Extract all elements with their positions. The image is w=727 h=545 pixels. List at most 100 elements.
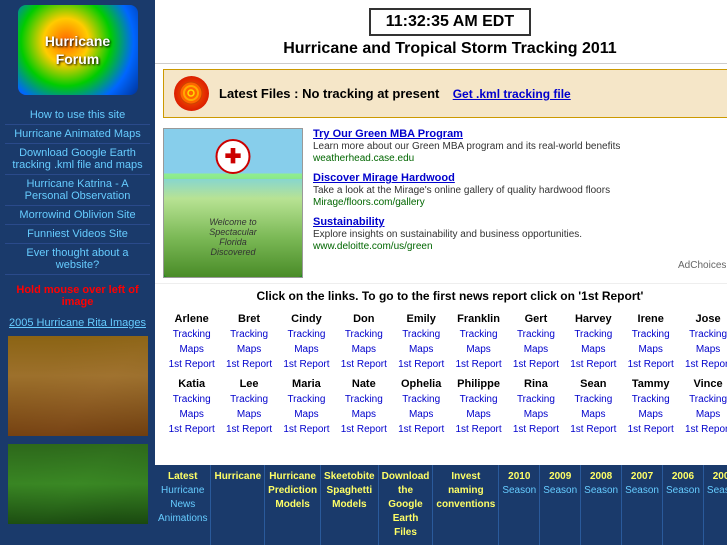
don-1st-report[interactable]: 1st Report: [341, 357, 387, 372]
ad-url-0[interactable]: weatherhead.case.edu: [313, 153, 727, 164]
philippe-maps[interactable]: Maps: [466, 407, 490, 422]
ad-url-2[interactable]: www.deloitte.com/us/green: [313, 241, 727, 252]
tammy-1st-report[interactable]: 1st Report: [628, 422, 674, 437]
tammy-maps[interactable]: Maps: [638, 407, 662, 422]
franklin-maps[interactable]: Maps: [466, 342, 490, 357]
bottom-nav-2005[interactable]: 2005 Season: [704, 465, 727, 545]
katia-maps[interactable]: Maps: [179, 407, 203, 422]
irene-1st-report[interactable]: 1st Report: [628, 357, 674, 372]
philippe-tracking[interactable]: Tracking: [460, 392, 498, 407]
gert-tracking[interactable]: Tracking: [517, 327, 555, 342]
ad-title-0[interactable]: Try Our Green MBA Program: [313, 128, 727, 140]
franklin-1st-report[interactable]: 1st Report: [455, 357, 501, 372]
storm-emily: Emily Tracking Maps 1st Report: [398, 311, 444, 372]
bret-maps[interactable]: Maps: [237, 342, 261, 357]
arlene-maps[interactable]: Maps: [179, 342, 203, 357]
lee-tracking[interactable]: Tracking: [230, 392, 268, 407]
harvey-tracking[interactable]: Tracking: [574, 327, 612, 342]
lee-maps[interactable]: Maps: [237, 407, 261, 422]
latest-banner-text: Latest Files : No tracking at present Ge…: [219, 86, 571, 101]
storm-vince: Vince Tracking Maps 1st Report: [685, 376, 727, 437]
tammy-tracking[interactable]: Tracking: [632, 392, 670, 407]
bret-1st-report[interactable]: 1st Report: [226, 357, 272, 372]
sidebar-link-morrowind[interactable]: Morrowind Oblivion Site: [5, 206, 150, 225]
don-tracking[interactable]: Tracking: [345, 327, 383, 342]
ophelia-1st-report[interactable]: 1st Report: [398, 422, 444, 437]
sidebar-link-animated-maps[interactable]: Hurricane Animated Maps: [5, 125, 150, 144]
bret-tracking[interactable]: Tracking: [230, 327, 268, 342]
bottom-nav-2008[interactable]: 2008 Season: [581, 465, 622, 545]
arlene-1st-report[interactable]: 1st Report: [169, 357, 215, 372]
ophelia-tracking[interactable]: Tracking: [402, 392, 440, 407]
vince-maps[interactable]: Maps: [696, 407, 720, 422]
sean-maps[interactable]: Maps: [581, 407, 605, 422]
gert-maps[interactable]: Maps: [524, 342, 548, 357]
rina-maps[interactable]: Maps: [524, 407, 548, 422]
emily-1st-report[interactable]: 1st Report: [398, 357, 444, 372]
harvey-maps[interactable]: Maps: [581, 342, 605, 357]
sean-1st-report[interactable]: 1st Report: [570, 422, 616, 437]
sidebar-link-videos[interactable]: Funniest Videos Site: [5, 225, 150, 244]
nate-1st-report[interactable]: 1st Report: [341, 422, 387, 437]
kml-tracking-link[interactable]: Get .kml tracking file: [453, 87, 571, 101]
gert-1st-report[interactable]: 1st Report: [513, 357, 559, 372]
latest-files-banner: Latest Files : No tracking at present Ge…: [163, 69, 727, 118]
irene-maps[interactable]: Maps: [638, 342, 662, 357]
sidebar-navigation: How to use this site Hurricane Animated …: [0, 103, 155, 278]
ad-item-0: Try Our Green MBA Program Learn more abo…: [313, 128, 727, 164]
irene-tracking[interactable]: Tracking: [632, 327, 670, 342]
ad-item-1: Discover Mirage Hardwood Take a look at …: [313, 172, 727, 208]
arlene-tracking[interactable]: Tracking: [173, 327, 211, 342]
lee-1st-report[interactable]: 1st Report: [226, 422, 272, 437]
bottom-nav-spaghetti[interactable]: Skeetobite Spaghetti Models: [321, 465, 379, 545]
franklin-tracking[interactable]: Tracking: [460, 327, 498, 342]
sidebar-link-katrina[interactable]: Hurricane Katrina - A Personal Observati…: [5, 175, 150, 206]
jose-tracking[interactable]: Tracking: [689, 327, 727, 342]
sidebar-link-google-earth[interactable]: Download Google Earth tracking .kml file…: [5, 144, 150, 175]
jose-maps[interactable]: Maps: [696, 342, 720, 357]
florida-map-container: ✚ Welcome toSpectacularFloridaDiscovered: [163, 128, 303, 278]
bottom-nav-latest[interactable]: Latest Hurricane News Animations: [155, 465, 211, 545]
ophelia-maps[interactable]: Maps: [409, 407, 433, 422]
sidebar-year-link[interactable]: 2005 Hurricane Rita Images: [4, 314, 151, 332]
sidebar-link-website[interactable]: Ever thought about a website?: [5, 244, 150, 275]
nate-maps[interactable]: Maps: [352, 407, 376, 422]
harvey-1st-report[interactable]: 1st Report: [570, 357, 616, 372]
ad-title-1[interactable]: Discover Mirage Hardwood: [313, 172, 727, 184]
ad-url-1[interactable]: Mirage/floors.com/gallery: [313, 197, 727, 208]
bottom-nav-prediction[interactable]: Hurricane Prediction Models: [265, 465, 321, 545]
bottom-nav-2009[interactable]: 2009 Season: [540, 465, 581, 545]
cindy-maps[interactable]: Maps: [294, 342, 318, 357]
storm-ophelia: Ophelia Tracking Maps 1st Report: [398, 376, 444, 437]
vince-tracking[interactable]: Tracking: [689, 392, 727, 407]
rina-1st-report[interactable]: 1st Report: [513, 422, 559, 437]
cindy-1st-report[interactable]: 1st Report: [283, 357, 329, 372]
bottom-nav-animations[interactable]: Hurricane: [211, 465, 265, 545]
emily-tracking[interactable]: Tracking: [402, 327, 440, 342]
jose-1st-report[interactable]: 1st Report: [685, 357, 727, 372]
don-maps[interactable]: Maps: [352, 342, 376, 357]
philippe-1st-report[interactable]: 1st Report: [455, 422, 501, 437]
bottom-nav-2007[interactable]: 2007 Season: [622, 465, 663, 545]
bottom-navigation: Latest Hurricane News Animations Hurrica…: [155, 465, 727, 545]
sidebar-link-how-to[interactable]: How to use this site: [5, 106, 150, 125]
storm-lee: Lee Tracking Maps 1st Report: [226, 376, 272, 437]
ad-title-2[interactable]: Sustainability: [313, 216, 727, 228]
rina-tracking[interactable]: Tracking: [517, 392, 555, 407]
cindy-tracking[interactable]: Tracking: [287, 327, 325, 342]
katia-1st-report[interactable]: 1st Report: [169, 422, 215, 437]
katia-tracking[interactable]: Tracking: [173, 392, 211, 407]
sidebar-hold-text: Hold mouse over left of image: [0, 278, 155, 314]
nate-tracking[interactable]: Tracking: [345, 392, 383, 407]
maria-maps[interactable]: Maps: [294, 407, 318, 422]
bottom-nav-2010[interactable]: 2010 Season: [499, 465, 540, 545]
maria-1st-report[interactable]: 1st Report: [283, 422, 329, 437]
emily-maps[interactable]: Maps: [409, 342, 433, 357]
bottom-nav-naming[interactable]: Invest naming conventions: [433, 465, 499, 545]
maria-tracking[interactable]: Tracking: [287, 392, 325, 407]
bottom-nav-google-earth[interactable]: Download the Google Earth Files: [379, 465, 434, 545]
bottom-nav-2006[interactable]: 2006 Season: [663, 465, 704, 545]
sean-tracking[interactable]: Tracking: [574, 392, 612, 407]
storm-irene: Irene Tracking Maps 1st Report: [628, 311, 674, 372]
vince-1st-report[interactable]: 1st Report: [685, 422, 727, 437]
